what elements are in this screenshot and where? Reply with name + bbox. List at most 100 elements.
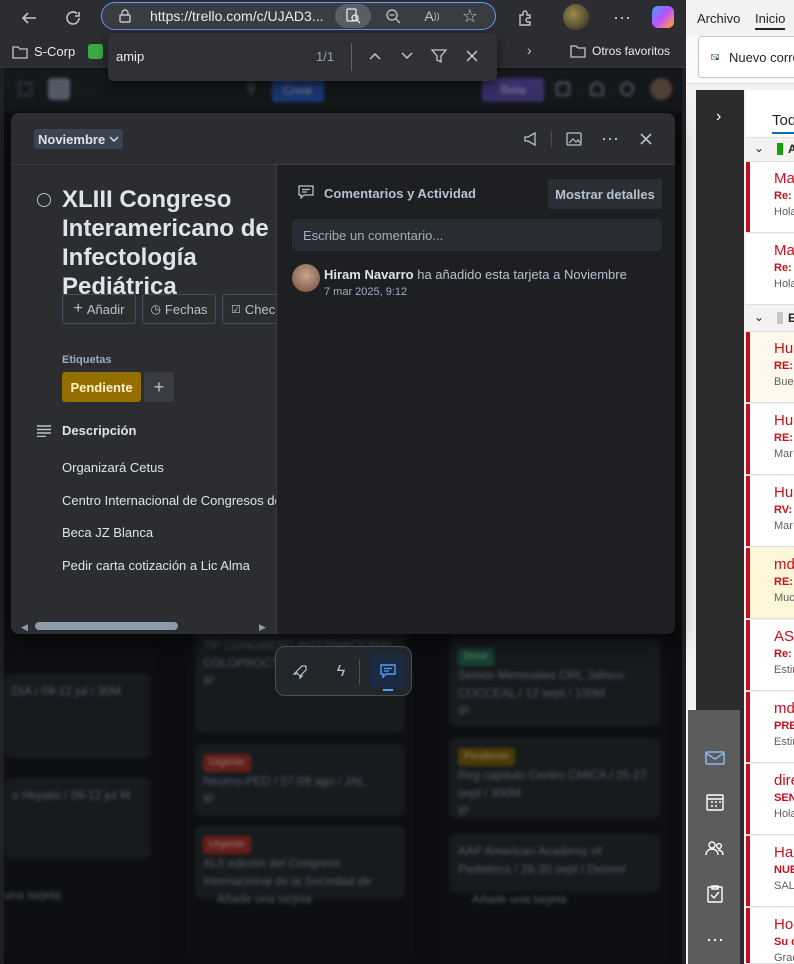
trello-logo[interactable] xyxy=(48,78,70,100)
help-icon[interactable] xyxy=(620,82,634,96)
add-button[interactable]: + Añadir xyxy=(62,294,136,324)
board-card[interactable]: Urgente XLII edición del Congreso Interna… xyxy=(195,826,405,898)
close-icon[interactable] xyxy=(462,46,482,66)
add-card-link[interactable]: una tarjeta xyxy=(4,888,61,902)
unread-bar xyxy=(746,548,750,618)
complete-checkbox[interactable] xyxy=(37,193,51,207)
beta-button[interactable]: Beta xyxy=(482,78,544,102)
add-card-link[interactable]: Añade una tarjeta xyxy=(217,892,312,906)
description-body[interactable]: Organizará Cetus Centro Internacional de… xyxy=(62,460,276,590)
chevron-up-icon[interactable] xyxy=(365,46,385,66)
group-header[interactable]: ⌄ E xyxy=(746,306,794,332)
list-column: DIA / 09-12 jul / 30M o Hepato / 09-12 j… xyxy=(4,628,154,964)
profile-avatar[interactable] xyxy=(563,4,589,30)
category-color xyxy=(777,143,783,155)
chevron-right-icon[interactable]: › xyxy=(716,108,721,126)
board-card[interactable]: o Hepato / 09-12 jul M xyxy=(4,778,150,858)
ribbon: Nuevo correo xyxy=(686,36,794,84)
mail-icon[interactable] xyxy=(702,746,728,770)
avatar[interactable] xyxy=(292,264,320,292)
add-label: Añadir xyxy=(86,301,125,317)
comment-input[interactable]: Escribe un comentario... xyxy=(292,219,662,251)
mail-item[interactable]: Hu RE: Bue xyxy=(746,332,794,403)
horizontal-scrollbar[interactable]: ◀ ▶ xyxy=(19,618,269,634)
mail-item[interactable]: md RE: Muc xyxy=(746,548,794,619)
comments-toggle-icon[interactable] xyxy=(370,654,406,688)
close-icon[interactable] xyxy=(634,127,658,151)
find-input[interactable]: amip xyxy=(116,49,144,64)
activity-user[interactable]: Hiram Navarro xyxy=(324,267,414,282)
label-pending[interactable]: Pendiente xyxy=(62,372,141,402)
new-mail-button[interactable]: Nuevo correo xyxy=(698,36,794,78)
rocket-icon[interactable] xyxy=(288,660,312,684)
board-card[interactable]: Urgente Neumo-PED / 07-09 ago / JAL IP xyxy=(195,744,405,816)
add-label-button[interactable]: + xyxy=(144,372,174,402)
group-header[interactable]: ⌄ A xyxy=(746,138,794,162)
menu-home[interactable]: Inicio xyxy=(755,11,786,30)
mail-item[interactable]: Hu RE: Mar xyxy=(746,404,794,475)
image-icon[interactable] xyxy=(562,127,586,151)
dates-button[interactable]: ◷ Fechas xyxy=(142,294,216,324)
list-selector[interactable]: Noviembre xyxy=(34,129,124,149)
create-button[interactable]: Crear xyxy=(272,78,324,102)
favorite-s-corp[interactable]: S-Corp xyxy=(12,44,75,59)
mail-sender: Ma xyxy=(774,170,794,187)
mail-item[interactable]: md PRE Estin xyxy=(746,692,794,763)
board-card[interactable]: Done Sesión Mensuales ORL Jalisco COCCEAL… xyxy=(450,638,660,726)
board-card[interactable]: AAP American Academy of Pediatrics / 26-… xyxy=(450,834,660,892)
megaphone-icon[interactable] xyxy=(519,127,543,151)
mail-item[interactable]: Ma Re: Hola xyxy=(746,162,794,233)
read-aloud-icon[interactable]: A)) xyxy=(421,5,443,27)
mail-preview: Grac xyxy=(774,952,794,964)
card-title: o Hepato / 09-12 jul M xyxy=(12,788,131,802)
zoom-out-icon[interactable] xyxy=(382,5,404,27)
tasks-icon[interactable] xyxy=(702,882,728,906)
card-title[interactable]: XLIII Congreso Interamericano de Infecto… xyxy=(62,185,302,301)
tab-all[interactable]: Todo xyxy=(772,112,794,134)
user-avatar[interactable] xyxy=(650,78,672,100)
calendar-icon[interactable] xyxy=(702,790,728,814)
copilot-icon[interactable] xyxy=(652,6,674,28)
favorite-star-icon[interactable]: ☆ xyxy=(459,5,481,27)
mail-subject: Su c xyxy=(774,936,794,948)
show-details-button[interactable]: Mostrar detalles xyxy=(548,179,662,209)
search-icon[interactable]: ⚲ xyxy=(246,80,256,97)
mail-item[interactable]: dire SEN Hola xyxy=(746,764,794,835)
scrollbar-thumb[interactable] xyxy=(35,622,178,630)
mail-item[interactable]: Ho Su c Grac xyxy=(746,908,794,964)
unread-bar xyxy=(746,692,750,762)
other-favorites[interactable]: Otros favoritos xyxy=(570,44,670,58)
bell-icon[interactable] xyxy=(590,82,604,96)
refresh-icon[interactable] xyxy=(61,6,85,30)
announcement-icon[interactable] xyxy=(556,82,570,96)
checkbox-icon: ☑ xyxy=(231,303,241,316)
scroll-right-arrow[interactable]: ▶ xyxy=(259,622,266,633)
more-icon[interactable]: ⋯ xyxy=(598,127,622,151)
mail-sender: Ho xyxy=(774,916,794,933)
apps-grid-icon[interactable] xyxy=(18,82,32,96)
board-card[interactable]: Pendiente Reg capítulo Centro CMICA / 25-… xyxy=(450,738,660,818)
people-icon[interactable] xyxy=(702,836,728,860)
mail-item[interactable]: Hu RV: Mar xyxy=(746,476,794,547)
board-card[interactable]: DIA / 09-12 jul / 30M xyxy=(4,674,150,758)
filter-icon[interactable] xyxy=(429,46,449,66)
more-icon[interactable]: ⋯ xyxy=(610,6,634,30)
back-icon[interactable] xyxy=(17,6,41,30)
page-find-icon[interactable] xyxy=(335,4,371,28)
add-card-link[interactable]: Añade una tarjeta xyxy=(472,892,567,906)
mail-preview: Hola xyxy=(774,808,794,820)
extensions-icon[interactable] xyxy=(513,6,537,30)
chevron-down-icon[interactable] xyxy=(397,46,417,66)
activity-time[interactable]: 7 mar 2025, 9:12 xyxy=(324,286,407,298)
more-apps-icon[interactable]: ⋯ xyxy=(702,928,728,952)
trello-favicon[interactable] xyxy=(88,44,103,59)
list-name: Noviembre xyxy=(38,131,106,147)
scroll-left-arrow[interactable]: ◀ xyxy=(21,622,28,633)
lightning-icon[interactable]: ϟ xyxy=(329,660,353,684)
label-urgent: Urgente xyxy=(203,836,251,854)
mail-item[interactable]: Ha NUE SALU xyxy=(746,836,794,907)
mail-item[interactable]: Ma Re: Hola xyxy=(746,234,794,305)
chevron-right-icon[interactable]: › xyxy=(527,42,532,58)
mail-item[interactable]: ASC Re: Estin xyxy=(746,620,794,691)
menu-file[interactable]: Archivo xyxy=(697,11,740,26)
